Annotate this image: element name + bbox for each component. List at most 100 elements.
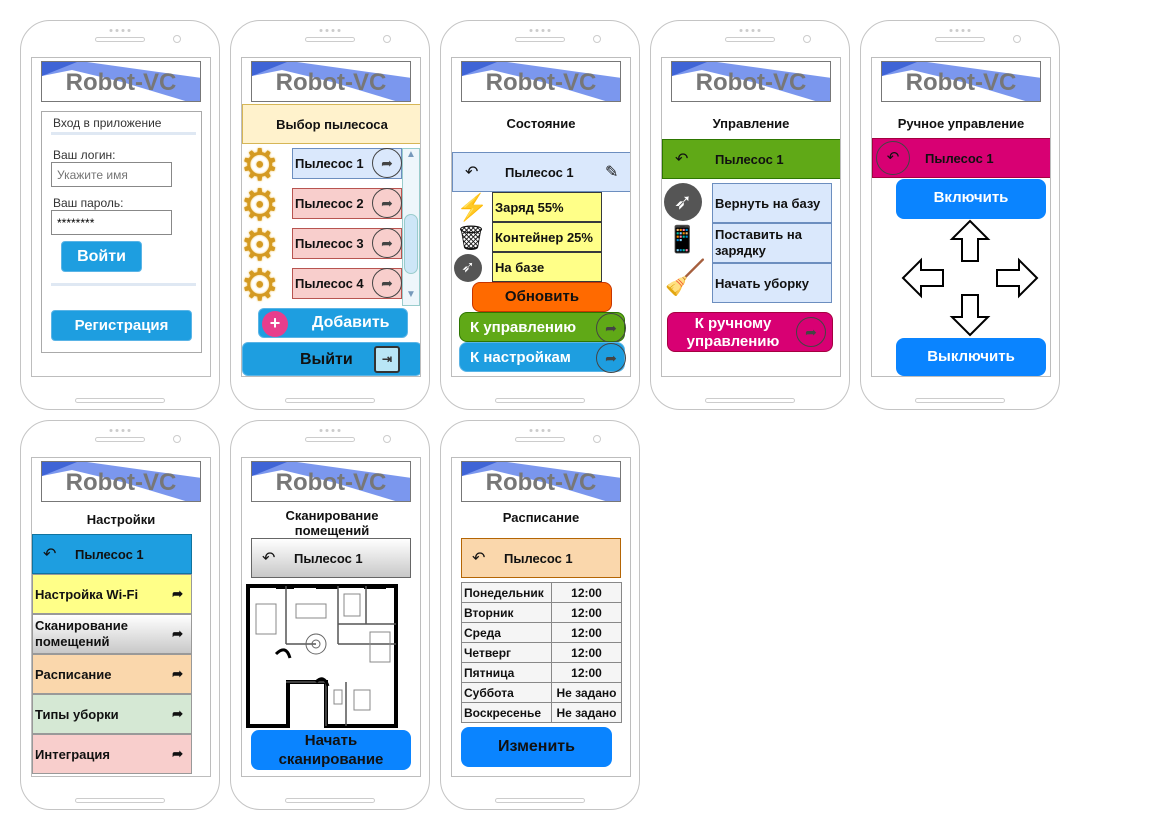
login-button[interactable]: Войти: [61, 241, 142, 272]
password-input[interactable]: [51, 210, 172, 235]
divider: [51, 132, 196, 135]
settings-item-scan[interactable]: Сканирование помещений ➦: [32, 614, 192, 654]
phone-speaker: [515, 437, 565, 442]
login-input[interactable]: [51, 162, 172, 187]
turn-off-button[interactable]: Выключить: [896, 338, 1046, 376]
arrow-up-icon: [949, 219, 991, 262]
schedule-row[interactable]: Понедельник 12:00: [461, 582, 622, 603]
share-arrow-icon[interactable]: ➦: [372, 268, 402, 298]
container-value: Контейнер 25%: [492, 222, 602, 252]
home-bar: [915, 398, 1005, 403]
share-arrow-icon[interactable]: ➦: [372, 188, 402, 218]
home-bar: [495, 398, 585, 403]
device-name: Пылесос 1: [294, 551, 363, 566]
schedule-row[interactable]: Среда 12:00: [461, 622, 622, 643]
pencil-icon[interactable]: ✎: [605, 162, 618, 182]
phone-status: Robot-VC Состояние ↶ Пылесос 1 ✎ ⚡ 🗑 ➶ З…: [440, 20, 640, 410]
settings-item-integration[interactable]: Интеграция ➦: [32, 734, 192, 774]
lightning-icon: ⚡: [456, 192, 489, 222]
schedule-row[interactable]: Суббота Не задано: [461, 682, 622, 703]
share-arrow-icon[interactable]: ➦: [372, 148, 402, 178]
arrow-right-icon: [996, 257, 1039, 299]
return-base-button[interactable]: Вернуть на базу: [712, 183, 832, 223]
settings-screen: Robot-VC Настройки ↶ Пылесос 1 Настройка…: [31, 457, 211, 777]
to-control-button[interactable]: К управлению ➦: [459, 312, 626, 343]
share-arrow-icon: ➦: [172, 706, 183, 721]
schedule-row[interactable]: Воскресенье Не задано: [461, 702, 622, 723]
edit-button[interactable]: Изменить: [461, 727, 612, 767]
app-logo: Robot-VC: [41, 461, 201, 502]
add-button[interactable]: + Добавить: [258, 308, 408, 338]
schedule-day: Суббота: [461, 682, 552, 703]
phone-camera: [803, 35, 811, 43]
manual-label: К ручному управлению: [686, 315, 780, 350]
phone-speaker: [725, 37, 775, 42]
register-button[interactable]: Регистрация: [51, 310, 192, 341]
exit-door-icon: ⇥: [374, 346, 400, 373]
to-settings-button[interactable]: К настройкам ➦: [459, 342, 626, 373]
schedule-row[interactable]: Вторник 12:00: [461, 602, 622, 623]
schedule-day: Воскресенье: [461, 702, 552, 723]
phone-dots: [739, 29, 761, 32]
direction-pad[interactable]: [900, 218, 1040, 338]
item-label: Интеграция: [35, 746, 110, 762]
back-icon[interactable]: ↶: [876, 141, 910, 175]
app-logo: Robot-VC: [461, 61, 621, 102]
page-title: Ручное управление: [897, 116, 1025, 131]
back-icon[interactable]: ↶: [675, 149, 688, 169]
phone-dots: [319, 29, 341, 32]
back-icon[interactable]: ↶: [262, 548, 275, 568]
app-logo: Robot-VC: [881, 61, 1041, 102]
page-title: Настройки: [86, 512, 156, 527]
device-name: Пылесос 1: [505, 165, 574, 180]
schedule-time: Не задано: [551, 682, 622, 703]
item-label: Сканирование помещений: [35, 618, 128, 649]
phone-dots: [109, 429, 131, 432]
start-scan-button[interactable]: Начать сканирование: [251, 730, 411, 770]
login-screen: Robot-VC Вход в приложение Ваш логин: Ва…: [31, 57, 211, 377]
scroll-up-icon[interactable]: ▲: [403, 149, 419, 160]
start-clean-button[interactable]: Начать уборку: [712, 263, 832, 303]
schedule-time: 12:00: [551, 582, 622, 603]
device-header: ↶ Пылесос 1: [872, 138, 1050, 178]
gear-icon: ⚙: [241, 261, 280, 310]
manual-screen: Robot-VC Ручное управление ↶ Пылесос 1 В…: [871, 57, 1051, 377]
share-arrow-icon[interactable]: ➦: [372, 228, 402, 258]
item-label: Настройка Wi-Fi: [35, 586, 139, 602]
back-icon[interactable]: ↶: [43, 544, 56, 564]
app-logo: Robot-VC: [251, 61, 411, 102]
schedule-day: Четверг: [461, 642, 552, 663]
turn-on-button[interactable]: Включить: [896, 179, 1046, 219]
settings-item-schedule[interactable]: Расписание ➦: [32, 654, 192, 694]
refresh-button[interactable]: Обновить: [472, 282, 612, 312]
home-bar: [285, 398, 375, 403]
home-bar: [75, 398, 165, 403]
charge-button[interactable]: Поставить на зарядку: [712, 223, 832, 263]
back-icon[interactable]: ↶: [472, 548, 485, 568]
schedule-row[interactable]: Четверг 12:00: [461, 642, 622, 663]
back-icon[interactable]: ↶: [465, 162, 478, 182]
home-bar: [75, 798, 165, 803]
scrollbar[interactable]: ▲ ▼: [402, 148, 420, 306]
settings-item-wifi[interactable]: Настройка Wi-Fi ➦: [32, 574, 192, 614]
scroll-thumb[interactable]: [404, 214, 418, 274]
home-bar: [705, 398, 795, 403]
phone-schedule: Robot-VC Расписание ↶ Пылесос 1 Понедель…: [440, 420, 640, 810]
phone-camera: [383, 35, 391, 43]
settings-item-clean-types[interactable]: Типы уборки ➦: [32, 694, 192, 734]
manual-button[interactable]: К ручному управлению ➦: [667, 312, 833, 352]
schedule-row[interactable]: Пятница 12:00: [461, 662, 622, 683]
device-header: ↶ Пылесос 1: [461, 538, 621, 578]
phone-dots: [319, 429, 341, 432]
state-value: На базе: [492, 252, 602, 282]
schedule-day: Вторник: [461, 602, 552, 623]
scroll-down-icon[interactable]: ▼: [403, 289, 419, 300]
compass-icon: ➶: [664, 183, 702, 221]
device-header: ↶ Пылесос 1: [251, 538, 411, 578]
phone-select: Robot-VC Выбор пылесоса ⚙ ⚙ ⚙ ⚙ Пылесос …: [230, 20, 430, 410]
compass-icon: ➶: [454, 254, 482, 282]
person-vacuum-icon: 🧹: [664, 259, 707, 297]
logout-button[interactable]: Выйти ⇥: [242, 342, 420, 376]
password-label: Ваш пароль:: [53, 196, 124, 210]
login-header: Вход в приложение: [53, 116, 162, 130]
